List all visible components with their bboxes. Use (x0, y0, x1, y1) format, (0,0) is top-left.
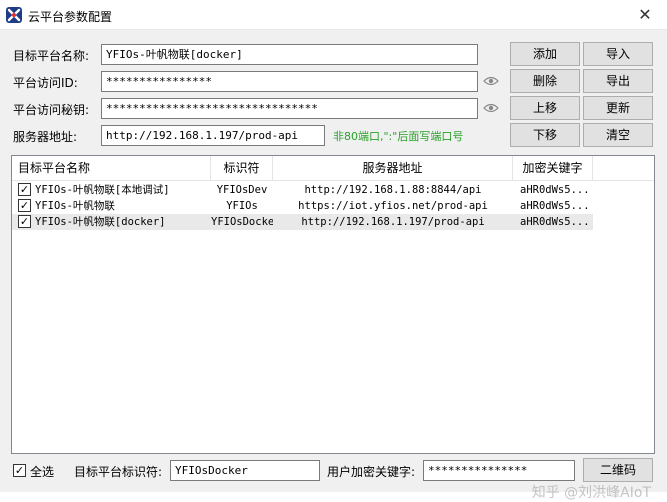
column-header-name[interactable]: 目标平台名称 (12, 156, 211, 181)
window-body: 目标平台名称: YFIOs-叶帆物联[docker] 平台访问ID: *****… (0, 30, 667, 501)
row-key: aHR0dWs5... (520, 216, 590, 228)
row-name: YFIOs-叶帆物联 (35, 200, 115, 212)
show-id-eye-icon[interactable] (481, 71, 501, 91)
access-id-input[interactable]: **************** (101, 71, 478, 92)
app-logo-icon (6, 7, 22, 23)
window-title: 云平台参数配置 (28, 10, 113, 24)
row-key: aHR0dWs5... (520, 200, 590, 212)
row-server: https://iot.yfios.net/prod-api (298, 200, 488, 212)
user-key-input[interactable]: *************** (423, 460, 575, 481)
row-id: YFIOsDev (216, 184, 268, 196)
platform-list[interactable]: 目标平台名称 标识符 服务器地址 加密关键字 ✓ YFIOs-叶帆物联[本地调试… (11, 155, 655, 454)
column-header-server[interactable]: 服务器地址 (273, 156, 513, 181)
show-secret-eye-icon[interactable] (481, 98, 501, 118)
update-button[interactable]: 更新 (583, 96, 653, 120)
move-up-button[interactable]: 上移 (510, 96, 580, 120)
watermark: 知乎 @刘洪峰AIoT (531, 485, 651, 501)
select-all-label[interactable]: 全选 (30, 463, 54, 480)
user-key-label: 用户加密关键字: (327, 465, 416, 479)
row-server: http://192.168.1.88:8844/api (304, 184, 482, 196)
access-secret-label: 平台访问秘钥: (13, 103, 90, 117)
select-all-checkbox[interactable]: ✓ (13, 464, 26, 477)
move-down-button[interactable]: 下移 (510, 123, 580, 147)
column-header-key[interactable]: 加密关键字 (513, 156, 593, 181)
qrcode-button[interactable]: 二维码 (583, 458, 653, 482)
close-icon: ✕ (638, 5, 652, 24)
table-row[interactable]: ✓ YFIOs-叶帆物联[本地调试] YFIOsDev http://192.1… (12, 182, 654, 198)
close-button[interactable]: ✕ (631, 4, 659, 26)
checkmark-icon: ✓ (19, 183, 30, 196)
access-secret-input[interactable]: ******************************** (101, 98, 478, 119)
row-id: YFIOs (226, 200, 258, 212)
delete-button[interactable]: 删除 (510, 69, 580, 93)
column-header-id[interactable]: 标识符 (211, 156, 273, 181)
checkmark-icon: ✓ (19, 199, 30, 212)
row-checkbox[interactable]: ✓ (18, 199, 31, 212)
platform-name-label: 目标平台名称: (13, 49, 90, 63)
export-button[interactable]: 导出 (583, 69, 653, 93)
row-name: YFIOs-叶帆物联[docker] (35, 216, 166, 228)
port-hint: 非80端口,":"后面写端口号 (333, 130, 464, 143)
checkmark-icon: ✓ (19, 215, 30, 228)
row-checkbox[interactable]: ✓ (18, 215, 31, 228)
access-id-label: 平台访问ID: (13, 76, 78, 90)
table-row-selected[interactable]: ✓ YFIOs-叶帆物联[docker] YFIOsDocker http://… (12, 214, 593, 230)
checkmark-icon: ✓ (14, 464, 25, 477)
server-address-label: 服务器地址: (13, 130, 78, 144)
platform-id-input[interactable]: YFIOsDocker (170, 460, 320, 481)
import-button[interactable]: 导入 (583, 42, 653, 66)
list-header: 目标平台名称 标识符 服务器地址 加密关键字 (12, 156, 654, 181)
row-id: YFIOsDocker (211, 216, 273, 228)
platform-name-input[interactable]: YFIOs-叶帆物联[docker] (101, 44, 478, 65)
row-key: aHR0dWs5... (520, 184, 590, 196)
platform-id-label: 目标平台标识符: (74, 465, 163, 479)
server-address-input[interactable]: http://192.168.1.197/prod-api (101, 125, 325, 146)
clear-button[interactable]: 清空 (583, 123, 653, 147)
table-row[interactable]: ✓ YFIOs-叶帆物联 YFIOs https://iot.yfios.net… (12, 198, 654, 214)
row-server: http://192.168.1.197/prod-api (301, 216, 485, 228)
row-name: YFIOs-叶帆物联[本地调试] (35, 184, 170, 196)
add-button[interactable]: 添加 (510, 42, 580, 66)
row-checkbox[interactable]: ✓ (18, 183, 31, 196)
title-bar: 云平台参数配置 ✕ (0, 0, 667, 30)
